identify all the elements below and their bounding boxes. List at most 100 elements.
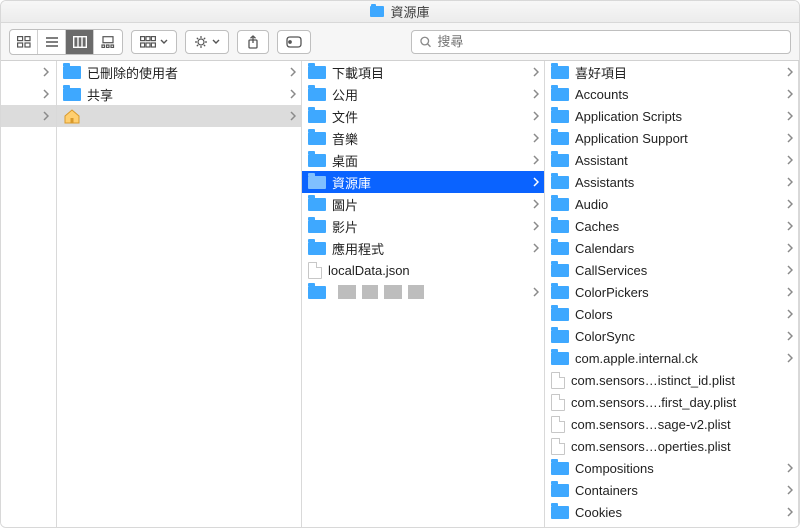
item-label: Colors [575, 307, 780, 322]
item-label: com.sensors…sage-v2.plist [571, 417, 794, 432]
list-item[interactable]: 公用 [302, 83, 544, 105]
item-label: Application Support [575, 131, 780, 146]
chevron-right-icon [532, 222, 540, 230]
folder-icon [308, 132, 326, 145]
folder-icon [308, 198, 326, 211]
item-label: 資源庫 [332, 173, 526, 192]
search-input[interactable] [437, 34, 782, 49]
list-item[interactable]: com.apple.internal.ck [545, 347, 798, 369]
list-item[interactable]: ColorSync [545, 325, 798, 347]
action-menu-button[interactable] [185, 30, 229, 54]
folder-icon [551, 220, 569, 233]
share-button[interactable] [237, 30, 269, 54]
column-1[interactable]: 已刪除的使用者共享 [57, 61, 302, 527]
gear-icon [194, 35, 208, 49]
item-label: 公用 [332, 85, 526, 104]
item-label: 文件 [332, 107, 526, 126]
folder-icon [308, 242, 326, 255]
list-item[interactable]: Accounts [545, 83, 798, 105]
list-item[interactable]: Compositions [545, 457, 798, 479]
list-item[interactable]: Colors [545, 303, 798, 325]
list-item[interactable]: com.sensors…operties.plist [545, 435, 798, 457]
file-icon [308, 262, 322, 279]
chevron-down-icon [160, 39, 168, 45]
chevron-right-icon [532, 178, 540, 186]
chevron-down-icon [212, 39, 220, 45]
item-label: Assistant [575, 153, 780, 168]
list-item[interactable]: Cookies [545, 501, 798, 523]
column-2[interactable]: 下載項目公用文件音樂桌面資源庫圖片影片應用程式localData.json [302, 61, 545, 527]
folder-icon [308, 220, 326, 233]
folder-icon [308, 66, 326, 79]
list-item[interactable]: 應用程式 [302, 237, 544, 259]
item-label: 應用程式 [332, 239, 526, 258]
file-icon [551, 394, 565, 411]
list-item[interactable]: com.sensors….first_day.plist [545, 391, 798, 413]
folder-icon [551, 462, 569, 475]
list-item[interactable]: Caches [545, 215, 798, 237]
tags-button[interactable] [277, 30, 311, 54]
column-browser: 已刪除的使用者共享 下載項目公用文件音樂桌面資源庫圖片影片應用程式localDa… [1, 61, 799, 527]
chevron-right-icon [786, 332, 794, 340]
list-item[interactable]: com.sensors…sage-v2.plist [545, 413, 798, 435]
view-icon-button[interactable] [10, 30, 38, 54]
file-icon [551, 372, 565, 389]
search-field[interactable] [411, 30, 791, 54]
finder-window: 資源庫 [0, 0, 800, 528]
list-item[interactable]: 下載項目 [302, 61, 544, 83]
list-item[interactable]: localData.json [302, 259, 544, 281]
chevron-right-icon [786, 244, 794, 252]
list-item[interactable]: Containers [545, 479, 798, 501]
list-item[interactable]: com.sensors…istinct_id.plist [545, 369, 798, 391]
folder-icon [308, 286, 326, 299]
share-icon [246, 35, 260, 49]
list-item[interactable]: 喜好項目 [545, 61, 798, 83]
list-item[interactable]: 音樂 [302, 127, 544, 149]
window-title: 資源庫 [390, 2, 429, 21]
chevron-right-icon [786, 288, 794, 296]
list-item[interactable]: Assistant [545, 149, 798, 171]
list-item[interactable]: 共享 [57, 83, 301, 105]
list-item[interactable] [57, 105, 301, 127]
chevron-right-icon [786, 90, 794, 98]
list-item[interactable]: 桌面 [302, 149, 544, 171]
folder-icon [63, 88, 81, 101]
list-item[interactable]: Audio [545, 193, 798, 215]
chevron-right-icon [42, 112, 50, 120]
chevron-right-icon [786, 310, 794, 318]
chevron-right-icon [786, 156, 794, 164]
view-list-button[interactable] [38, 30, 66, 54]
group-by-button[interactable] [131, 30, 177, 54]
list-item[interactable] [1, 61, 56, 83]
chevron-right-icon [532, 156, 540, 164]
list-item[interactable]: 文件 [302, 105, 544, 127]
column-0[interactable] [1, 61, 57, 527]
folder-icon [551, 352, 569, 365]
item-label: ColorSync [575, 329, 780, 344]
folder-icon [551, 484, 569, 497]
list-item[interactable]: ColorPickers [545, 281, 798, 303]
folder-icon [308, 176, 326, 189]
item-label: Application Scripts [575, 109, 780, 124]
list-item[interactable]: 圖片 [302, 193, 544, 215]
chevron-right-icon [42, 68, 50, 76]
column-3[interactable]: 喜好項目Accounts Application Scripts Applicati… [545, 61, 799, 527]
list-item[interactable]: Calendars [545, 237, 798, 259]
list-item[interactable]: 資源庫 [302, 171, 544, 193]
list-item[interactable]: 已刪除的使用者 [57, 61, 301, 83]
chevron-right-icon [289, 68, 297, 76]
folder-icon [551, 330, 569, 343]
list-item[interactable]: 影片 [302, 215, 544, 237]
view-column-button[interactable] [66, 30, 94, 54]
list-item[interactable]: Application Support [545, 127, 798, 149]
list-item[interactable]: Application Scripts [545, 105, 798, 127]
list-item[interactable]: Assistants [545, 171, 798, 193]
list-item[interactable] [1, 105, 56, 127]
list-item[interactable] [302, 281, 544, 303]
item-label: Containers [575, 483, 780, 498]
list-item[interactable]: CallServices [545, 259, 798, 281]
list-item[interactable] [1, 83, 56, 105]
view-gallery-button[interactable] [94, 30, 122, 54]
chevron-right-icon [532, 200, 540, 208]
chevron-right-icon [786, 266, 794, 274]
